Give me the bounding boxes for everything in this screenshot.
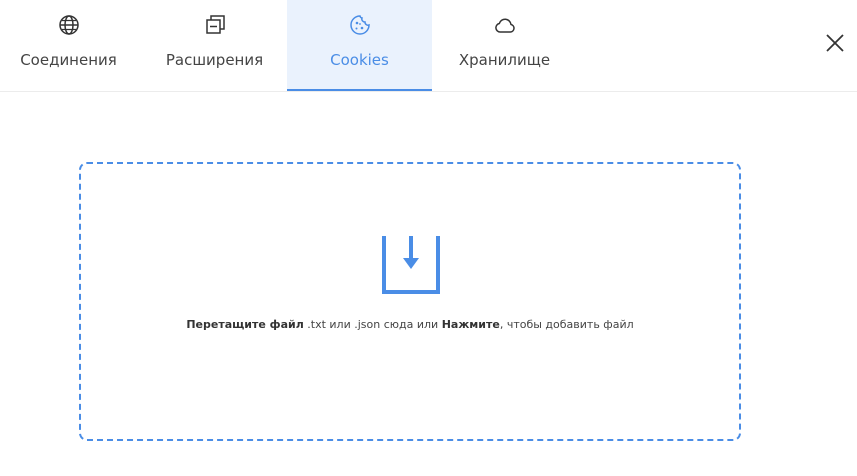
tab-label: Cookies [330, 51, 389, 69]
drag-file-text: Перетащите файл [186, 318, 304, 331]
cookie-icon [349, 15, 370, 35]
close-icon[interactable] [822, 30, 848, 56]
download-tray-icon [382, 236, 440, 294]
add-file-text: , чтобы добавить файл [499, 318, 634, 331]
tab-label: Хранилище [458, 51, 551, 69]
tab-extensions[interactable]: Расширения [142, 0, 287, 91]
extensions-icon [205, 15, 225, 34]
file-types-text: .txt или .json сюда или [303, 318, 442, 331]
tab-label: Расширения [165, 51, 264, 69]
tab-label: Соединения [20, 51, 117, 69]
dropzone-instructions: Перетащите файл .txt или .json сюда или … [81, 318, 739, 331]
cloud-icon [494, 18, 515, 33]
file-dropzone[interactable]: Перетащите файл .txt или .json сюда или … [79, 162, 741, 441]
tab-connections[interactable]: Соединения [0, 0, 137, 91]
tab-cookies[interactable]: Cookies [287, 0, 432, 91]
globe-icon [58, 15, 79, 35]
tab-bar: Соединения Расширения Cookies Хранилище [0, 0, 857, 92]
tab-storage[interactable]: Хранилище [432, 0, 577, 91]
click-link-text[interactable]: Нажмите [442, 318, 500, 331]
